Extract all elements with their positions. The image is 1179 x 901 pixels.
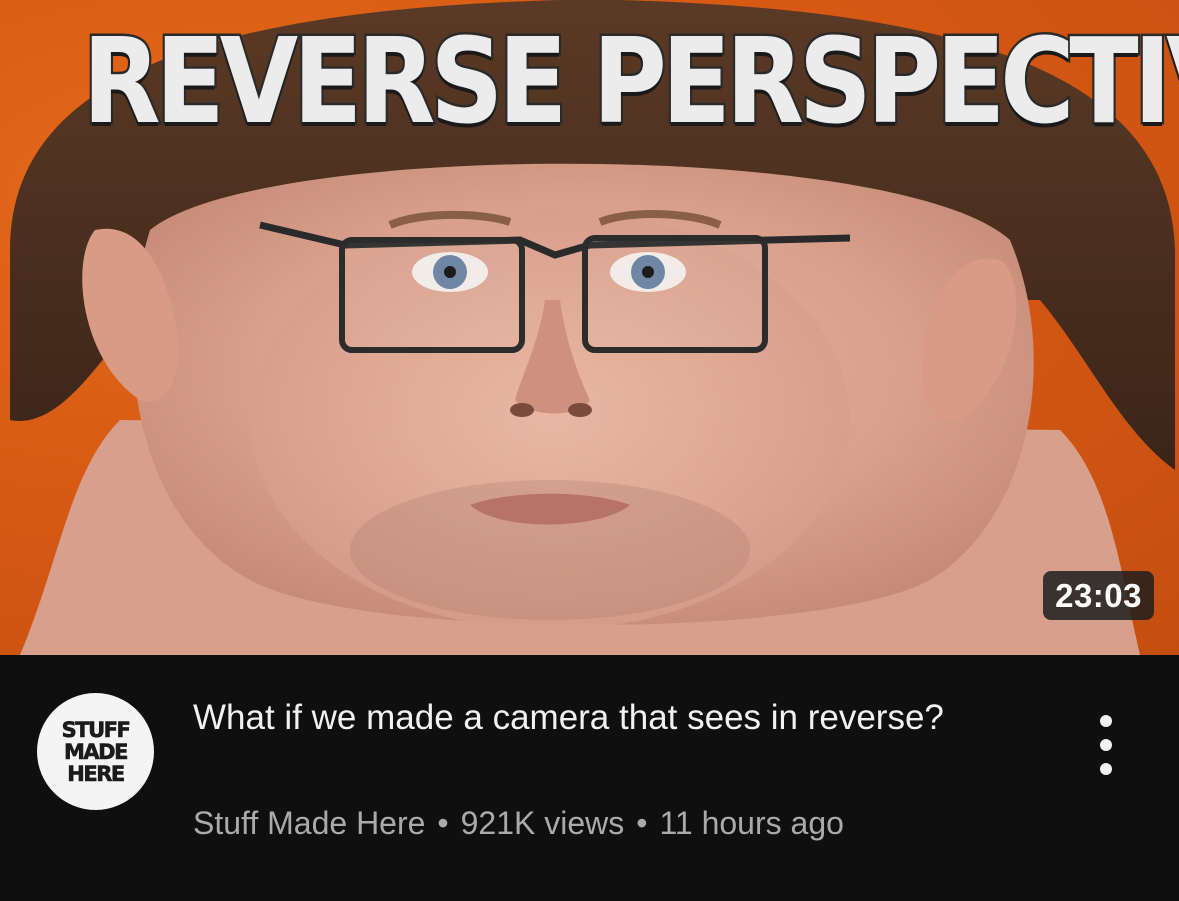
video-info-row: STUFF MADE HERE What if we made a camera… [0,655,1179,901]
avatar-text-line-3: HERE [67,761,126,786]
video-metadata: Stuff Made Here • 921K views • 11 hours ago [193,803,844,843]
video-title[interactable]: What if we made a camera that sees in re… [193,693,993,743]
video-duration-badge: 23:03 [1043,571,1154,620]
more-vert-icon[interactable] [1086,715,1126,775]
upload-age: 11 hours ago [659,805,844,841]
channel-avatar[interactable]: STUFF MADE HERE [37,693,154,810]
video-card[interactable]: REVERSE PERSPECTIVE? 23:03 STUFF MADE HE… [0,0,1179,901]
menu-dot [1100,763,1112,775]
thumbnail-caption: REVERSE PERSPECTIVE? [80,12,1179,150]
meta-separator: • [437,805,449,841]
avatar-text-line-1: STUFF [61,717,131,742]
menu-dot [1100,739,1112,751]
meta-separator: • [636,805,648,841]
menu-dot [1100,715,1112,727]
channel-name[interactable]: Stuff Made Here [193,805,425,841]
avatar-text-line-2: MADE [64,739,129,764]
video-thumbnail[interactable]: REVERSE PERSPECTIVE? 23:03 [0,0,1179,655]
view-count: 921K views [460,805,625,841]
